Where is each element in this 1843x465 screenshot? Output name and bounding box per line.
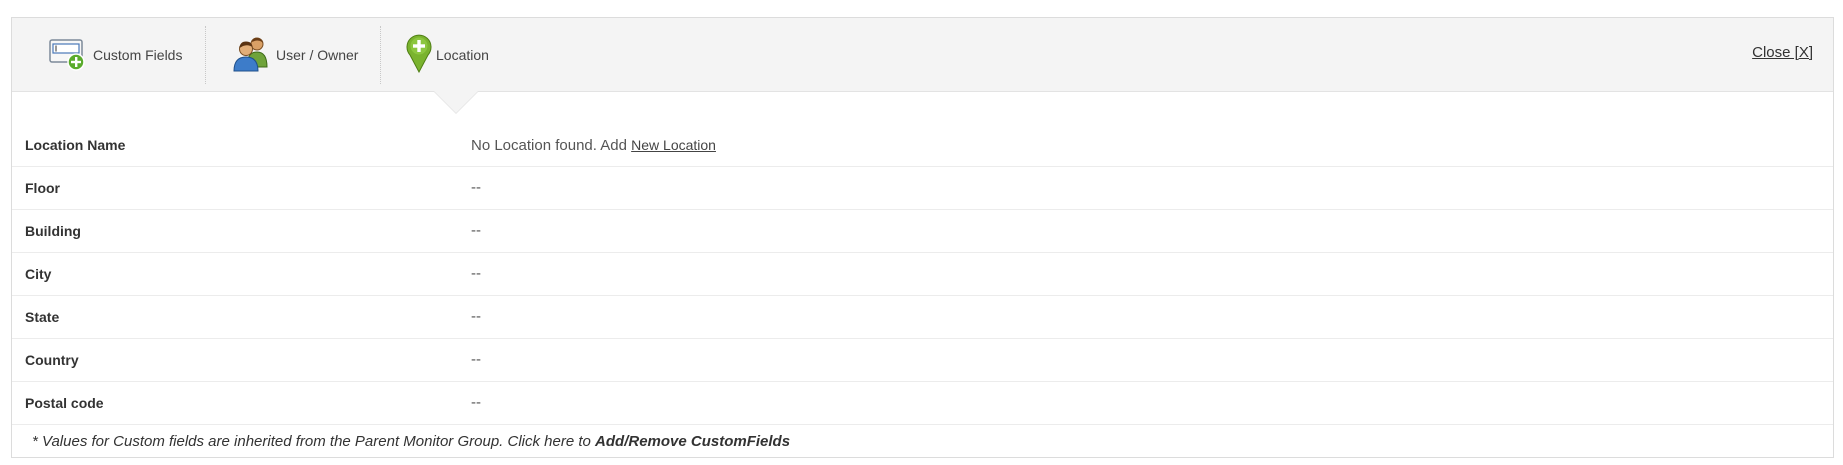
tab-custom-fields[interactable]: Custom Fields (49, 18, 182, 91)
row-label: State (25, 309, 60, 325)
table-row-building: Building -- (12, 210, 1833, 253)
row-label: Postal code (25, 395, 104, 411)
row-label: Location Name (25, 137, 126, 153)
tab-location-label: Location (436, 46, 489, 63)
row-value: -- (471, 308, 481, 325)
row-label: City (25, 266, 52, 282)
row-value: -- (471, 222, 481, 239)
row-label: Country (25, 352, 79, 368)
table-row-postal-code: Postal code -- (12, 382, 1833, 425)
tab-user-owner[interactable]: User / Owner (232, 18, 358, 91)
tab-divider (205, 26, 206, 84)
table-row-location-name: Location Name No Location found. Add New… (12, 124, 1833, 167)
location-pin-icon (404, 33, 434, 76)
table-row-country: Country -- (12, 339, 1833, 382)
custom-fields-footnote: * Values for Custom fields are inherited… (32, 433, 790, 450)
users-icon (232, 34, 270, 75)
details-tab-bar: Custom Fields User / Owner Location Clos… (12, 18, 1833, 92)
tab-custom-fields-label: Custom Fields (93, 46, 183, 63)
row-value: -- (471, 394, 481, 411)
table-row-state: State -- (12, 296, 1833, 339)
tab-user-owner-label: User / Owner (276, 46, 359, 63)
row-value: -- (471, 265, 481, 282)
location-details-table: Location Name No Location found. Add New… (12, 124, 1833, 425)
active-tab-pointer (434, 91, 478, 113)
tab-divider (380, 26, 381, 84)
close-button[interactable]: Close [X] (1752, 44, 1813, 61)
new-location-link[interactable]: New Location (631, 137, 716, 153)
footnote-text: * Values for Custom fields are inherited… (32, 433, 596, 450)
row-value: No Location found. Add New Location (471, 124, 716, 167)
table-row-floor: Floor -- (12, 167, 1833, 210)
custom-fields-icon (49, 34, 87, 75)
row-value: -- (471, 179, 481, 196)
row-label: Floor (25, 180, 60, 196)
row-label: Building (25, 223, 81, 239)
row-value: -- (471, 351, 481, 368)
no-location-text: No Location found. Add (471, 137, 627, 154)
table-row-city: City -- (12, 253, 1833, 296)
add-remove-custom-fields-link[interactable]: Add/Remove CustomFields (595, 433, 790, 450)
location-details-panel: Custom Fields User / Owner Location Clos… (11, 17, 1834, 458)
tab-location[interactable]: Location (404, 18, 489, 91)
